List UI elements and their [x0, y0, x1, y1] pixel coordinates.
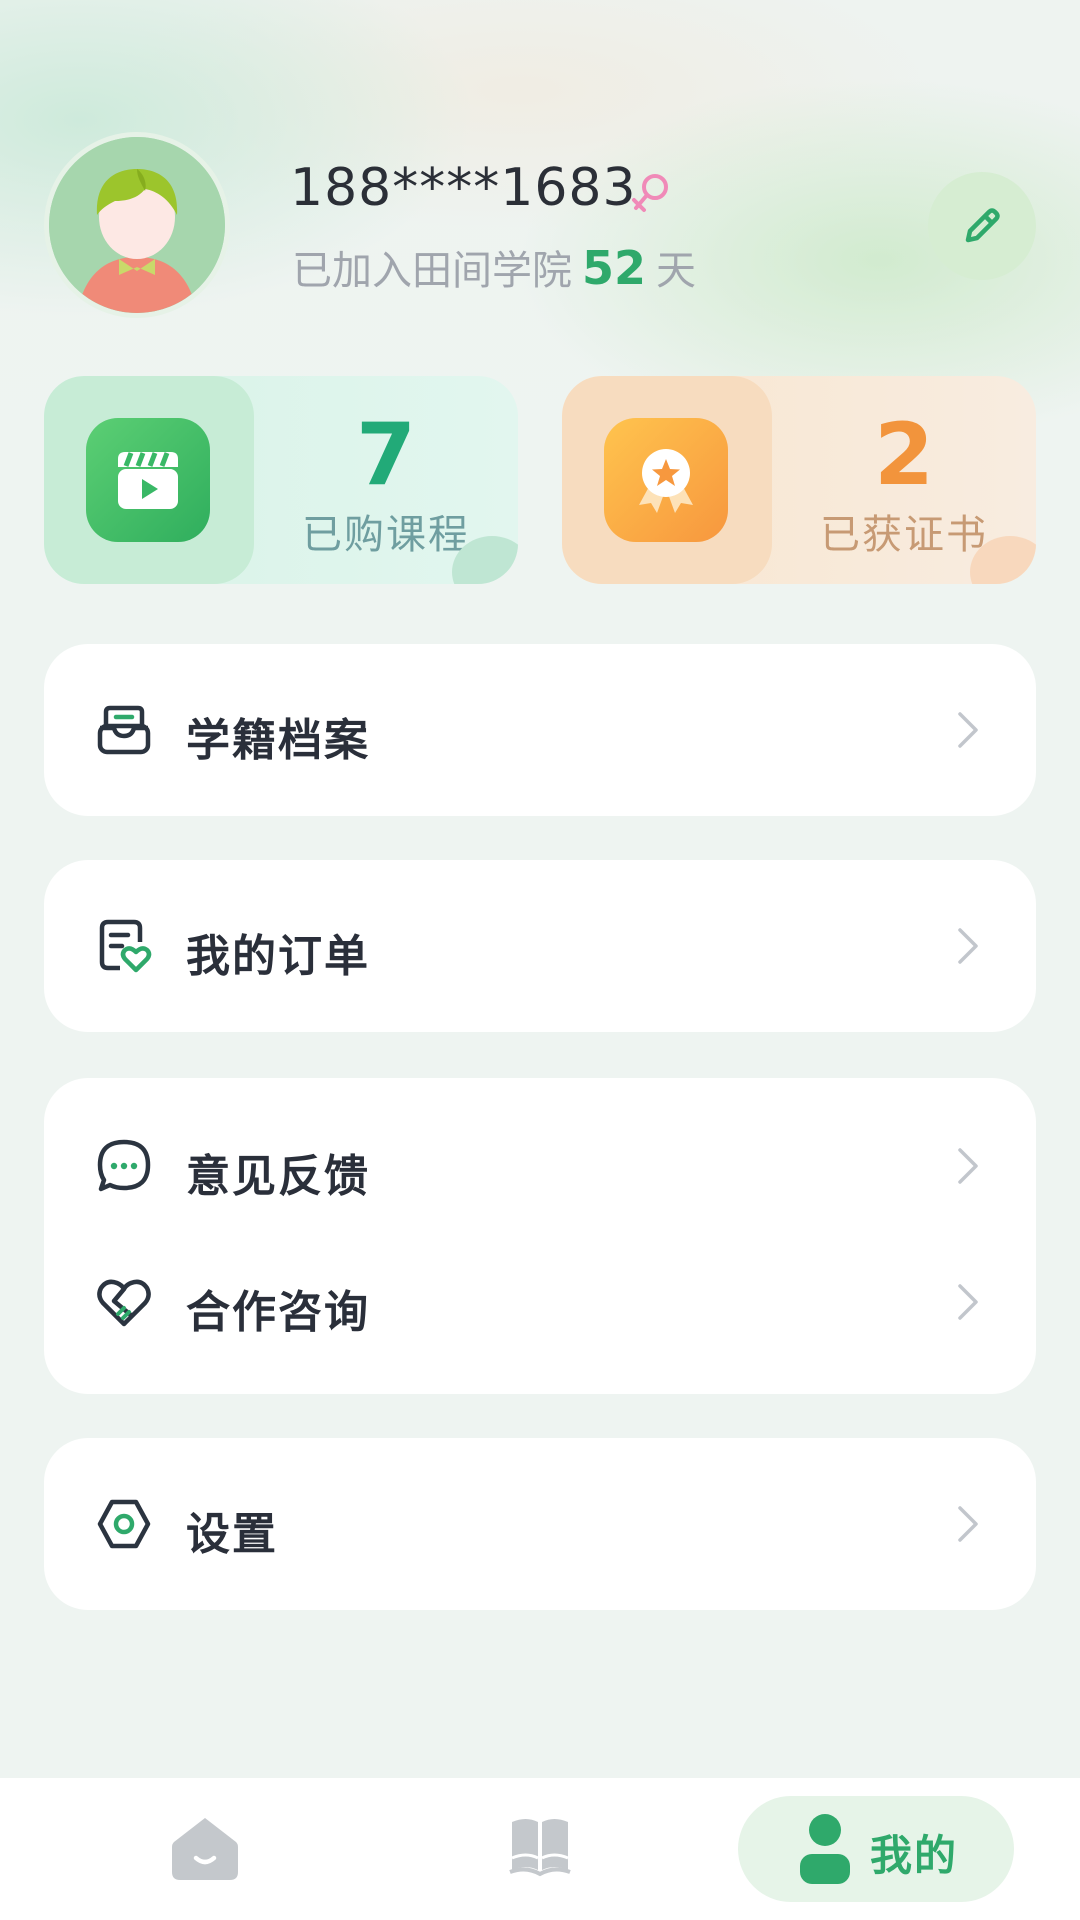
chevron-right-icon [958, 712, 978, 748]
avatar-girl-illustration [49, 137, 225, 313]
award-badge-icon [639, 449, 693, 513]
pencil-icon [965, 208, 1000, 243]
menu-label-cooperation: 合作咨询 [186, 1287, 370, 1338]
menu-label-my-orders: 我的订单 [186, 931, 370, 982]
menu-item-settings[interactable]: 设置 [44, 1456, 1036, 1592]
chat-bubble-icon [97, 1139, 151, 1192]
certificates-tile [604, 418, 728, 542]
courses-tile [86, 418, 210, 542]
menu-label-student-records: 学籍档案 [186, 715, 370, 766]
menu-card-settings: 设置 [44, 1438, 1036, 1610]
certificates-count: 2 [874, 405, 934, 505]
join-days: 52 [582, 241, 647, 295]
courses-count: 7 [356, 405, 416, 505]
join-suffix: 天 [656, 248, 697, 294]
menu-item-feedback[interactable]: 意见反馈 [44, 1098, 1036, 1234]
chevron-right-icon [958, 1506, 978, 1542]
female-symbol-icon [632, 174, 668, 212]
purchased-courses-card[interactable]: 7 已购课程 [44, 376, 518, 584]
join-prefix: 已加入田间学院 [292, 248, 572, 294]
chevron-right-icon [958, 1284, 978, 1320]
video-clapper-icon [118, 452, 178, 509]
hexagon-gear-icon [97, 1499, 151, 1549]
menu-label-feedback: 意见反馈 [186, 1151, 370, 1202]
menu-label-settings: 设置 [186, 1509, 278, 1560]
chevron-right-icon [958, 1148, 978, 1184]
nav-tab-mine-label: 我的 [870, 1831, 959, 1880]
person-icon [800, 1814, 850, 1884]
menu-item-student-records[interactable]: 学籍档案 [44, 662, 1036, 798]
home-icon[interactable] [170, 1814, 240, 1882]
order-document-heart-icon [99, 919, 152, 973]
chevron-right-icon [958, 928, 978, 964]
bottom-navigation: 我的 [0, 1778, 1080, 1920]
menu-item-cooperation[interactable]: 合作咨询 [44, 1234, 1036, 1370]
menu-card-records: 学籍档案 [44, 644, 1036, 816]
heart-handshake-icon [97, 1279, 151, 1327]
earned-certificates-card[interactable]: 2 已获证书 [562, 376, 1036, 584]
join-duration: 已加入田间学院 52 天 [292, 238, 696, 296]
user-avatar[interactable] [44, 132, 230, 318]
user-phone: 188****1683 [290, 158, 637, 218]
menu-card-orders: 我的订单 [44, 860, 1036, 1032]
open-book-icon[interactable] [508, 1814, 572, 1878]
menu-item-my-orders[interactable]: 我的订单 [44, 878, 1036, 1014]
menu-card-support: 意见反馈 合作咨询 [44, 1078, 1036, 1394]
inbox-archive-icon [97, 705, 151, 755]
edit-profile-button[interactable] [928, 172, 1036, 280]
nav-tab-mine[interactable]: 我的 [738, 1796, 1014, 1902]
